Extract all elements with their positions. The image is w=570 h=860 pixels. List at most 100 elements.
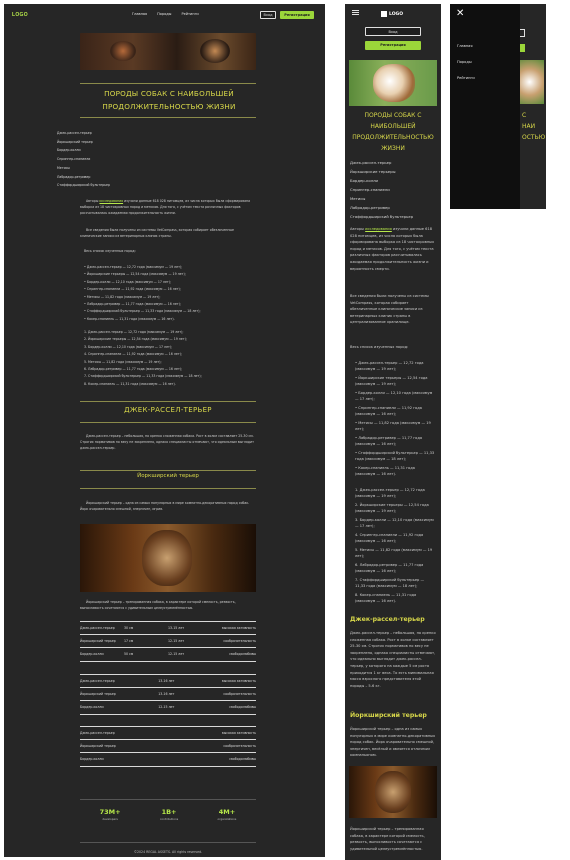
list-item: 3. Бордер-колли — 12,10 года (максимум —… (355, 518, 434, 528)
mobile-breed-bullet-list: • Джек-рассел-терьер — 12,72 года (макси… (355, 361, 435, 481)
divider (80, 401, 256, 402)
divider (80, 117, 256, 118)
mobile-jack-paragraph: Джек-рассел-терьер – небольшая, но крепк… (350, 631, 436, 688)
section-heading-jack: ДЖЕК-РАССЕЛ-ТЕРЬЕР (124, 406, 212, 414)
list-item: • Йоркширские терьеры — 12,54 года (макс… (355, 376, 428, 386)
table-row: Йоркширский терьер 17 см 12-15 лет сообрази… (80, 635, 256, 648)
list-item: • Бордер-колли — 12,10 года (максимум — … (355, 391, 433, 401)
nav-home[interactable]: Главная (132, 12, 147, 16)
toc-item[interactable]: Джек-рассел-терьер (57, 129, 110, 138)
mobile-hero-image (349, 60, 437, 106)
stat-item: 4M+ organizations (218, 808, 237, 821)
list-item: 8. Кокер-спаниель — 11,31 года (максимум… (355, 593, 417, 603)
list-item: • Метисы — 11,82 года (максимум — 19 лет… (84, 294, 161, 299)
table-row: Бордер-колли свободолюбивы (80, 753, 256, 767)
list-item: • Спрингер-спаниели — 11,92 года (максим… (84, 287, 181, 292)
breed-numbered-list: 1. Джек-рассел-терьер — 12,72 года (макс… (84, 329, 254, 388)
menu-item-home[interactable]: Главная (457, 44, 473, 48)
list-item: 4. Спрингер-спаниели — 11,92 года (макси… (84, 352, 183, 357)
mobile-page-title: ПОРОДЫ СОБАК С НАИБОЛЬШЕЙ ПРОДОЛЖИТЕЛЬНО… (352, 112, 434, 152)
stat-label: developers (102, 817, 118, 821)
mobile-view: LOGO Вход Регистрация ПОРОДЫ СОБАК С НАИ… (345, 4, 441, 860)
list-item: 2. Йоркширские терьеры — 12,54 года (мак… (84, 337, 187, 342)
mobile-intro-paragraph: Авторы исследования изучили данные 618 0… (350, 226, 436, 272)
table-row: Йоркширский терьер 13-16 лет сообразительн… (80, 688, 256, 701)
list-item: 8. Кокер-спаниель — 11,31 года (максимум… (84, 381, 176, 386)
close-icon[interactable]: ✕ (456, 8, 464, 19)
list-item: • Бордер-колли — 12,10 года (максимум — … (84, 279, 172, 284)
list-item: 2. Йоркширские терьеры — 12,54 года (мак… (355, 503, 429, 513)
list-intro: Весь список изученных пород: (84, 249, 136, 253)
list-item: • Кокер-спаниель — 11,31 года (максимум … (355, 466, 415, 476)
toc-item[interactable]: Спрингер-спаниели (57, 155, 110, 164)
mobile-table-of-contents: Джек-рассел-терьер Йоркширские терьеры Б… (350, 158, 413, 221)
table-row: Джек-рассел-терьер 13-16 лет высокая актив… (80, 674, 256, 688)
stat-number: 4M+ (218, 808, 236, 816)
login-button[interactable]: Вход (260, 11, 276, 19)
stat-item: 1B+ contributions (160, 808, 178, 821)
list-item: 6. Лабрадор-ретривер — 11,77 года (макси… (84, 367, 183, 372)
toc-item[interactable]: Джек-рассел-терьер (350, 158, 413, 167)
mobile-logo[interactable]: LOGO (381, 11, 403, 17)
toc-item[interactable]: Стаффордширский бультерьер (57, 181, 110, 190)
section-heading-york: Йоркширский терьер (137, 473, 199, 479)
intro-text: изучили данные 618 028 питомцев, из числ… (350, 227, 435, 271)
york-paragraph-2: Йоркширский терьер – тренированная собак… (80, 600, 236, 610)
toc-item[interactable]: Лабрадор-ретривер (350, 203, 413, 212)
mobile-yorkshire-image (349, 766, 437, 818)
desktop-view: LOGO Главная Породы Рейтинги Вход Регист… (4, 4, 325, 857)
toc-item[interactable]: Лабрадор-ретривер (57, 173, 110, 182)
list-item: 3. Бордер-колли — 12,10 года (максимум —… (84, 344, 173, 349)
list-item: • Стаффордширский бультерьер — 11,33 год… (355, 451, 435, 461)
menu-item-ratings[interactable]: Рейтинги (457, 76, 475, 80)
table-row: Джек-рассел-терьер высокая активность (80, 726, 256, 740)
toc-item[interactable]: Спрингер-спаниели (350, 185, 413, 194)
title-peek: НАИ (522, 123, 536, 130)
jack-paragraph: Джек-рассел-терьер – небольшая, но крепк… (80, 434, 254, 450)
title-peek: С (522, 112, 527, 119)
toc-item[interactable]: Йоркширские терьеры (350, 167, 413, 176)
divider (80, 470, 256, 471)
mobile-register-button[interactable]: Регистрация (365, 41, 421, 50)
mobile-section-heading-jack: Джек-рассел-терьер (350, 616, 425, 623)
nav-breeds[interactable]: Породы (157, 12, 171, 16)
toc-item[interactable]: Метисы (57, 164, 110, 173)
yorkshire-terrier-image (80, 524, 256, 592)
mobile-menu-overlay: С НАИ ОСТЬЮ ✕ Главная Породы Рейтинги (450, 4, 546, 209)
toc-item[interactable]: Бордер-колли (350, 176, 413, 185)
research-link[interactable]: исследования (99, 199, 123, 203)
toc-item[interactable]: Метисы (350, 194, 413, 203)
breed-table-1: Джек-рассел-терьер 30 см 13-15 лет высокая … (80, 621, 256, 662)
register-button[interactable]: Регистрация (280, 11, 314, 19)
list-item: 1. Джек-рассел-терьер — 12,72 года (макс… (355, 488, 425, 498)
stat-number: 73M+ (99, 808, 121, 816)
toc-item[interactable]: Стаффордширский бультерьер (350, 212, 413, 221)
list-item: 7. Стаффордширский бультерьер — 11,33 го… (355, 578, 425, 588)
table-of-contents: Джек-рассел-терьер Йоркширский терьер Бо… (57, 129, 110, 190)
list-item: 5. Метисы — 11,82 года (максимум — 19 ле… (84, 359, 162, 364)
desktop-nav: Главная Породы Рейтинги (132, 12, 199, 16)
mobile-york-paragraph: Йоркширский терьер – одна из самых попул… (350, 727, 436, 758)
mobile-section-heading-york: Йоркширский терьер (350, 712, 427, 719)
list-item: • Метисы — 11,82 года (максимум — 19 лет… (355, 421, 431, 431)
mobile-york-paragraph-2: Йоркширский терьер – тренированная собак… (350, 827, 425, 851)
intro-paragraph: Авторы исследования изучили данные 618 0… (80, 199, 256, 216)
logo[interactable]: LOGO (12, 12, 28, 18)
hero-image-peek (520, 60, 544, 104)
mobile-source-paragraph: Все сведения были получены из системы Ve… (350, 294, 429, 325)
stat-label: organizations (217, 817, 237, 821)
list-item: • Лабрадор-ретривер — 11,77 года (максим… (84, 302, 181, 307)
mobile-research-link[interactable]: исследования (365, 227, 392, 231)
toc-item[interactable]: Бордер-колли (57, 146, 110, 155)
menu-item-breeds[interactable]: Породы (457, 60, 472, 64)
list-item: • Лабрадор-ретривер — 11,77 года (максим… (355, 436, 423, 446)
intro-text: Авторы (86, 199, 99, 203)
breed-table-2: Джек-рассел-терьер 13-16 лет высокая актив… (80, 674, 256, 715)
mobile-login-button[interactable]: Вход (365, 27, 421, 36)
list-item: 5. Метисы — 11,82 года (максимум — 19 ле… (355, 548, 433, 558)
hamburger-menu-icon[interactable] (352, 10, 359, 15)
mobile-list-intro: Весь список изученных пород: (350, 345, 409, 349)
nav-ratings[interactable]: Рейтинги (181, 12, 198, 16)
toc-item[interactable]: Йоркширский терьер (57, 138, 110, 147)
footer-copyright: ©2024 REGAL ASSETS. All rights reserved. (133, 850, 203, 854)
